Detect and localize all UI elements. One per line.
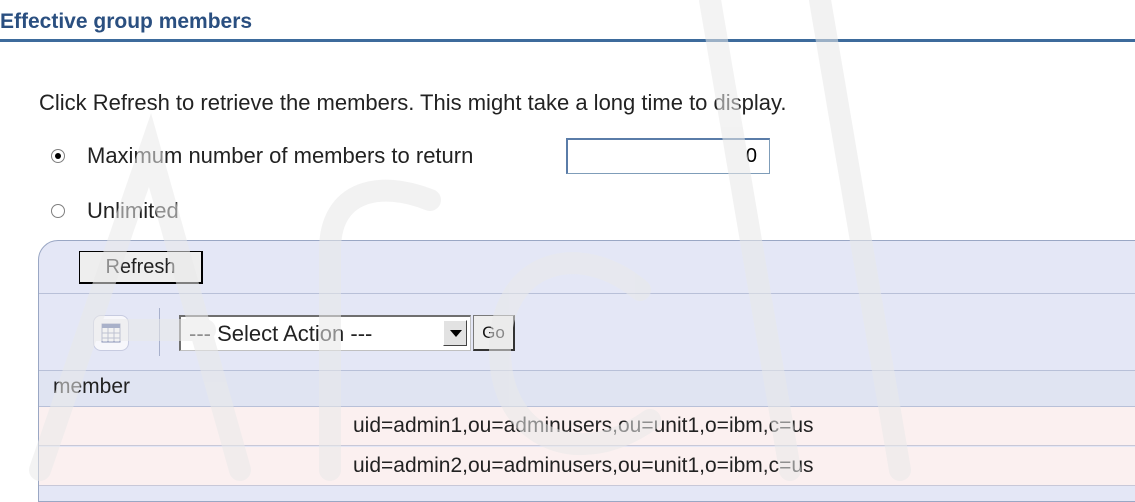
unlimited-radio[interactable]: [51, 204, 65, 218]
section-header: Effective group members: [0, 0, 1135, 42]
unlimited-option[interactable]: Unlimited: [51, 193, 179, 229]
table-toolbar: --- Select Action --- Go: [39, 294, 1135, 371]
members-table: Refresh --- Select Action --- Go member …: [38, 240, 1135, 502]
unlimited-label: Unlimited: [87, 198, 179, 223]
table-row[interactable]: uid=admin2,ou=adminusers,ou=unit1,o=ibm,…: [39, 447, 1135, 486]
refresh-button[interactable]: Refresh: [79, 251, 203, 284]
go-button[interactable]: Go: [473, 315, 515, 351]
select-action-dropdown[interactable]: --- Select Action ---: [179, 315, 471, 351]
select-action-value: --- Select Action ---: [189, 321, 373, 346]
member-cell: uid=admin1,ou=adminusers,ou=unit1,o=ibm,…: [353, 414, 814, 437]
section-title: Effective group members: [0, 10, 253, 33]
toolbar-separator: [159, 308, 160, 356]
table-row[interactable]: uid=admin1,ou=adminusers,ou=unit1,o=ibm,…: [39, 407, 1135, 446]
max-members-radio[interactable]: [51, 149, 65, 163]
chevron-down-icon[interactable]: [443, 320, 467, 346]
member-cell: uid=admin2,ou=adminusers,ou=unit1,o=ibm,…: [353, 454, 814, 477]
button-bar: Refresh: [39, 241, 1135, 294]
column-header-member[interactable]: member: [39, 371, 1135, 407]
intro-text: Click Refresh to retrieve the members. T…: [39, 90, 787, 115]
max-members-input[interactable]: [566, 138, 770, 174]
column-header-label: member: [53, 375, 131, 398]
table-preferences-icon[interactable]: [93, 315, 129, 351]
max-members-label: Maximum number of members to return: [87, 143, 474, 168]
max-members-option[interactable]: Maximum number of members to return: [51, 138, 473, 174]
